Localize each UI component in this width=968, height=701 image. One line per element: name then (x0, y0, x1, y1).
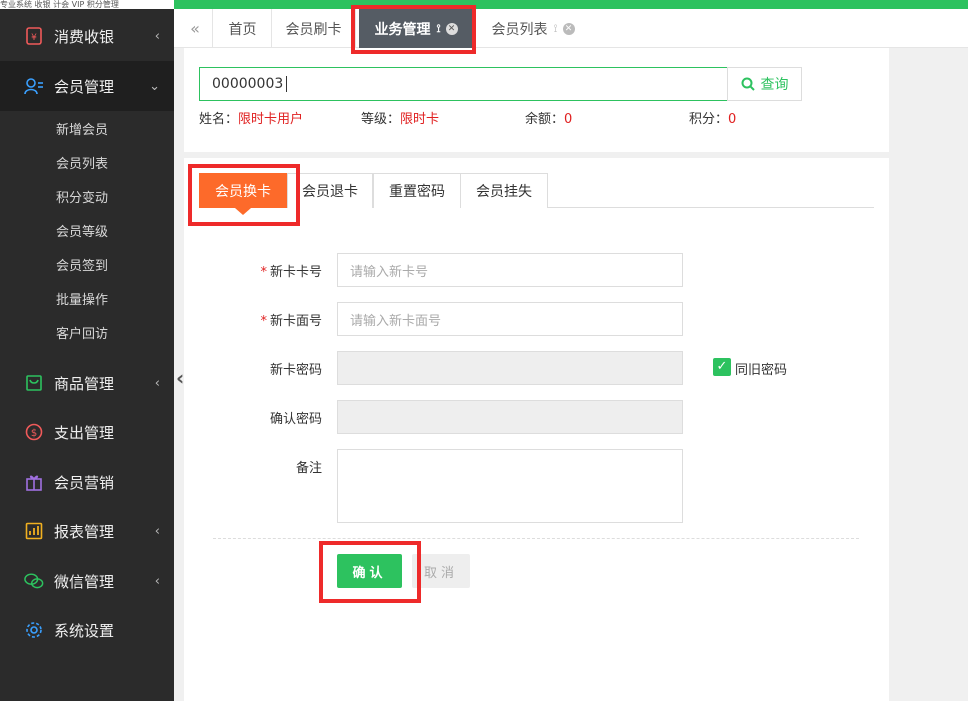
double-chevron-left-icon[interactable]: « (178, 9, 213, 48)
close-icon[interactable]: ✕ (445, 22, 458, 35)
svg-text:$: $ (31, 428, 37, 439)
right-gutter (889, 48, 968, 701)
form-divider (213, 538, 859, 539)
wechat-icon (24, 571, 44, 591)
member-icon (24, 76, 44, 96)
expense-icon: $ (24, 422, 44, 442)
sidebar-item-settings[interactable]: 系统设置 (0, 605, 174, 655)
info-balance-value: 0 (564, 112, 573, 127)
tab-bar: « 首页 会员刷卡 业务管理 ⟟ ✕ 会员列表 ⟟ ✕ (174, 9, 968, 48)
sidebar-item-cashier[interactable]: ¥ 消费收银 ‹ (0, 11, 174, 61)
info-name: 姓名：限时卡用户 (199, 108, 303, 127)
info-name-label: 姓名： (199, 112, 239, 127)
sidebar-item-label: 消费收银 (54, 27, 115, 46)
chevron-left-icon: ‹ (154, 375, 160, 391)
settings-icon (24, 620, 44, 640)
sidebar-item-member[interactable]: 会员管理 ⌄ (0, 61, 174, 111)
sidebar-subitem-checkin[interactable]: 会员签到 (56, 255, 108, 274)
info-level-label: 等级： (361, 112, 401, 127)
tab-label: 会员刷卡 (285, 21, 342, 38)
new-card-face-label-text: 新卡面号 (269, 314, 322, 329)
sidebar-item-label: 系统设置 (54, 621, 115, 640)
subtab-return-card[interactable]: 会员退卡 (287, 173, 373, 208)
sidebar-item-goods[interactable]: 商品管理 ‹ (0, 358, 174, 408)
chevron-left-icon: ‹ (154, 573, 160, 589)
subtab-report-loss[interactable]: 会员挂失 (460, 173, 548, 208)
info-points-label: 积分： (689, 112, 729, 127)
info-balance: 余额：0 (525, 108, 572, 127)
sidebar-item-wechat[interactable]: 微信管理 ‹ (0, 556, 174, 606)
sidebar-item-label: 商品管理 (54, 374, 115, 393)
top-left-strip: 专业系统 收银 计会 VIP 积分管理 (0, 0, 174, 9)
info-level: 等级：限时卡 (361, 108, 439, 127)
tab-business-management[interactable]: 业务管理 ⟟ ✕ (359, 9, 473, 48)
required-mark: * (260, 314, 267, 329)
info-balance-label: 余额： (525, 112, 565, 127)
tab-member-list[interactable]: 会员列表 ⟟ ✕ (478, 9, 588, 48)
tab-label: 首页 (228, 21, 257, 38)
chevron-left-icon: ‹ (154, 28, 160, 44)
cashier-icon: ¥ (24, 26, 44, 46)
new-card-face-input[interactable]: 请输入新卡面号 (337, 302, 683, 336)
remark-label: 备注 (295, 461, 322, 476)
tab-label: 会员列表 (491, 21, 548, 38)
gift-icon (24, 472, 44, 492)
goods-icon (24, 373, 44, 393)
query-button-label: 查询 (760, 77, 789, 93)
subtab-reset-password[interactable]: 重置密码 (373, 173, 461, 208)
remark-textarea[interactable] (337, 449, 683, 523)
sidebar-item-label: 会员管理 (54, 77, 115, 96)
same-password-label[interactable]: 同旧密码 (735, 359, 787, 378)
tab-member-swipe[interactable]: 会员刷卡 (272, 9, 356, 48)
new-card-number-label-text: 新卡卡号 (269, 265, 322, 280)
new-card-face-label: * 新卡面号 (192, 310, 322, 329)
new-password-label: 新卡密码 (269, 363, 322, 378)
info-name-value: 限时卡用户 (238, 112, 304, 127)
sidebar-item-marketing[interactable]: 会员营销 (0, 457, 174, 507)
confirm-password-input[interactable] (337, 400, 683, 434)
chevron-left-icon: ‹ (154, 523, 160, 539)
active-tab-pointer (235, 208, 251, 215)
close-icon[interactable]: ✕ (562, 22, 575, 35)
info-points: 积分：0 (689, 108, 736, 127)
sidebar-subitem-member-list[interactable]: 会员列表 (56, 153, 108, 172)
same-password-checkbox[interactable]: ✓ (713, 358, 731, 376)
pin-icon[interactable]: ⟟ (436, 22, 440, 36)
card-number-value: 00000003 (212, 76, 284, 92)
tab-home[interactable]: 首页 (214, 9, 272, 48)
chevron-down-icon: ⌄ (149, 78, 160, 94)
new-card-number-input[interactable]: 请输入新卡号 (337, 253, 683, 287)
new-password-input[interactable] (337, 351, 683, 385)
pin-icon[interactable]: ⟟ (553, 22, 557, 36)
sidebar-subitem-revisit[interactable]: 客户回访 (56, 323, 108, 342)
confirm-button[interactable]: 确认 (337, 554, 402, 588)
sidebar-item-label: 微信管理 (54, 572, 115, 591)
sidebar-subitem-points[interactable]: 积分变动 (56, 187, 108, 206)
info-points-value: 0 (728, 112, 737, 127)
required-mark: * (260, 265, 267, 280)
svg-text:¥: ¥ (31, 33, 37, 43)
sidebar-item-label: 会员营销 (54, 473, 115, 492)
search-icon (741, 77, 755, 91)
info-level-value: 限时卡 (400, 112, 440, 127)
sidebar-item-label: 支出管理 (54, 423, 115, 442)
sidebar-item-expense[interactable]: $ 支出管理 (0, 407, 174, 457)
sidebar-item-label: 报表管理 (54, 522, 115, 541)
text-caret (286, 76, 288, 92)
sidebar-item-reports[interactable]: 报表管理 ‹ (0, 506, 174, 556)
collapse-sidebar-arrow-icon[interactable]: ‹ (176, 366, 184, 390)
cancel-button[interactable]: 取消 (412, 554, 470, 588)
card-number-input[interactable]: 00000003 (199, 67, 728, 101)
tab-label: 业务管理 (374, 21, 431, 38)
sidebar: ¥ 消费收银 ‹ 会员管理 ⌄ 新增会员 会员列表 积分变动 会员等级 会员签到… (0, 9, 174, 701)
confirm-password-label: 确认密码 (269, 412, 322, 427)
subtab-change-card[interactable]: 会员换卡 (199, 173, 287, 208)
query-button[interactable]: 查询 (727, 67, 802, 101)
sidebar-subitem-add-member[interactable]: 新增会员 (56, 119, 108, 138)
sidebar-subitem-levels[interactable]: 会员等级 (56, 221, 108, 240)
new-card-number-label: * 新卡卡号 (192, 261, 322, 280)
sidebar-subitem-batch[interactable]: 批量操作 (56, 289, 108, 308)
top-accent-bar (174, 0, 968, 9)
report-icon (24, 521, 44, 541)
